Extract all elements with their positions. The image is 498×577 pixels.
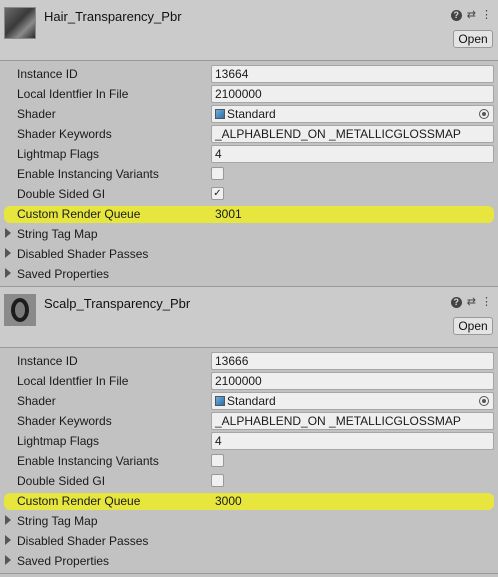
foldout-disabled-shader-passes[interactable]: Disabled Shader Passes xyxy=(0,531,498,551)
lightmap-field[interactable]: 4 xyxy=(211,432,494,450)
render-queue-label: Custom Render Queue xyxy=(17,207,141,221)
instancing-row: Enable Instancing Variants xyxy=(0,451,498,471)
instance-id-label: Instance ID xyxy=(17,354,78,368)
instance-id-label: Instance ID xyxy=(17,67,78,81)
lightmap-field[interactable]: 4 xyxy=(211,145,494,163)
material-header: Hair_Transparency_Pbr ? ⇄ ⋮ Open xyxy=(0,0,498,60)
help-icon[interactable]: ? xyxy=(450,296,462,308)
instance-id-field[interactable]: 13666 xyxy=(211,352,494,370)
material-panel-scalp: Scalp_Transparency_Pbr ? ⇄ ⋮ Open Instan… xyxy=(0,287,498,574)
menu-icon[interactable]: ⋮ xyxy=(481,9,492,21)
thumbnail-ring xyxy=(11,298,29,322)
properties: Instance ID 13666 Local Identfier In Fil… xyxy=(0,348,498,571)
lightmap-row: Lightmap Flags 4 xyxy=(0,144,498,164)
foldout-label: String Tag Map xyxy=(17,227,98,241)
shader-field[interactable]: Standard xyxy=(211,105,494,123)
shader-field[interactable]: Standard xyxy=(211,392,494,410)
double-sided-checkbox[interactable]: ✓ xyxy=(211,187,224,200)
local-id-field[interactable]: 2100000 xyxy=(211,372,494,390)
keywords-field[interactable]: _ALPHABLEND_ON _METALLICGLOSSMAP xyxy=(211,412,494,430)
foldout-arrow-icon xyxy=(5,515,11,525)
properties: Instance ID 13664 Local Identfier In Fil… xyxy=(0,61,498,284)
instance-id-field[interactable]: 13664 xyxy=(211,65,494,83)
foldout-arrow-icon xyxy=(5,228,11,238)
open-button[interactable]: Open xyxy=(453,317,493,335)
shader-row: Shader Standard xyxy=(0,391,498,411)
double-sided-label: Double Sided GI xyxy=(17,187,106,201)
divider xyxy=(0,573,498,574)
check-icon: ✓ xyxy=(213,188,222,199)
foldout-arrow-icon xyxy=(5,535,11,545)
foldout-label: String Tag Map xyxy=(17,514,98,528)
instancing-label: Enable Instancing Variants xyxy=(17,454,159,468)
shader-row: Shader Standard xyxy=(0,104,498,124)
instancing-checkbox[interactable] xyxy=(211,454,224,467)
double-sided-row: Double Sided GI xyxy=(0,471,498,491)
foldout-arrow-icon xyxy=(5,268,11,278)
object-picker-icon[interactable] xyxy=(479,109,489,119)
render-queue-field[interactable]: 3000 xyxy=(211,492,494,510)
render-queue-label: Custom Render Queue xyxy=(17,494,141,508)
material-name: Scalp_Transparency_Pbr xyxy=(44,296,191,311)
double-sided-checkbox[interactable] xyxy=(211,474,224,487)
foldout-string-tag-map[interactable]: String Tag Map xyxy=(0,224,498,244)
lightmap-row: Lightmap Flags 4 xyxy=(0,431,498,451)
material-thumbnail xyxy=(4,294,36,326)
material-header: Scalp_Transparency_Pbr ? ⇄ ⋮ Open xyxy=(0,287,498,347)
double-sided-label: Double Sided GI xyxy=(17,474,106,488)
local-id-field[interactable]: 2100000 xyxy=(211,85,494,103)
foldout-disabled-shader-passes[interactable]: Disabled Shader Passes xyxy=(0,244,498,264)
shader-label: Shader xyxy=(17,394,56,408)
open-button[interactable]: Open xyxy=(453,30,493,48)
instancing-row: Enable Instancing Variants xyxy=(0,164,498,184)
shader-label: Shader xyxy=(17,107,56,121)
foldout-saved-properties[interactable]: Saved Properties xyxy=(0,264,498,284)
shader-value: Standard xyxy=(227,394,276,408)
keywords-label: Shader Keywords xyxy=(17,414,112,428)
presets-icon[interactable]: ⇄ xyxy=(467,296,476,308)
local-id-row: Local Identfier In File 2100000 xyxy=(0,371,498,391)
render-queue-row: Custom Render Queue 3000 xyxy=(0,491,498,511)
keywords-row: Shader Keywords _ALPHABLEND_ON _METALLIC… xyxy=(0,411,498,431)
lightmap-label: Lightmap Flags xyxy=(17,434,100,448)
keywords-field[interactable]: _ALPHABLEND_ON _METALLICGLOSSMAP xyxy=(211,125,494,143)
local-id-label: Local Identfier In File xyxy=(17,87,129,101)
shader-icon xyxy=(215,109,225,119)
material-name: Hair_Transparency_Pbr xyxy=(44,9,182,24)
material-panel-hair: Hair_Transparency_Pbr ? ⇄ ⋮ Open Instanc… xyxy=(0,0,498,287)
double-sided-row: Double Sided GI ✓ xyxy=(0,184,498,204)
foldout-label: Disabled Shader Passes xyxy=(17,534,149,548)
foldout-label: Disabled Shader Passes xyxy=(17,247,149,261)
shader-value: Standard xyxy=(227,107,276,121)
foldout-saved-properties[interactable]: Saved Properties xyxy=(0,551,498,571)
local-id-row: Local Identfier In File 2100000 xyxy=(0,84,498,104)
foldout-label: Saved Properties xyxy=(17,554,110,568)
instancing-checkbox[interactable] xyxy=(211,167,224,180)
local-id-label: Local Identfier In File xyxy=(17,374,129,388)
menu-icon[interactable]: ⋮ xyxy=(481,296,492,308)
instancing-label: Enable Instancing Variants xyxy=(17,167,159,181)
help-icon[interactable]: ? xyxy=(450,9,462,21)
keywords-row: Shader Keywords _ALPHABLEND_ON _METALLIC… xyxy=(0,124,498,144)
foldout-label: Saved Properties xyxy=(17,267,110,281)
lightmap-label: Lightmap Flags xyxy=(17,147,100,161)
instance-id-row: Instance ID 13664 xyxy=(0,64,498,84)
header-icons: ? ⇄ ⋮ xyxy=(450,296,492,308)
foldout-string-tag-map[interactable]: String Tag Map xyxy=(0,511,498,531)
keywords-label: Shader Keywords xyxy=(17,127,112,141)
render-queue-field[interactable]: 3001 xyxy=(211,205,494,223)
material-thumbnail xyxy=(4,7,36,39)
foldout-arrow-icon xyxy=(5,555,11,565)
object-picker-icon[interactable] xyxy=(479,396,489,406)
shader-icon xyxy=(215,396,225,406)
header-icons: ? ⇄ ⋮ xyxy=(450,9,492,21)
instance-id-row: Instance ID 13666 xyxy=(0,351,498,371)
foldout-arrow-icon xyxy=(5,248,11,258)
presets-icon[interactable]: ⇄ xyxy=(467,9,476,21)
render-queue-row: Custom Render Queue 3001 xyxy=(0,204,498,224)
